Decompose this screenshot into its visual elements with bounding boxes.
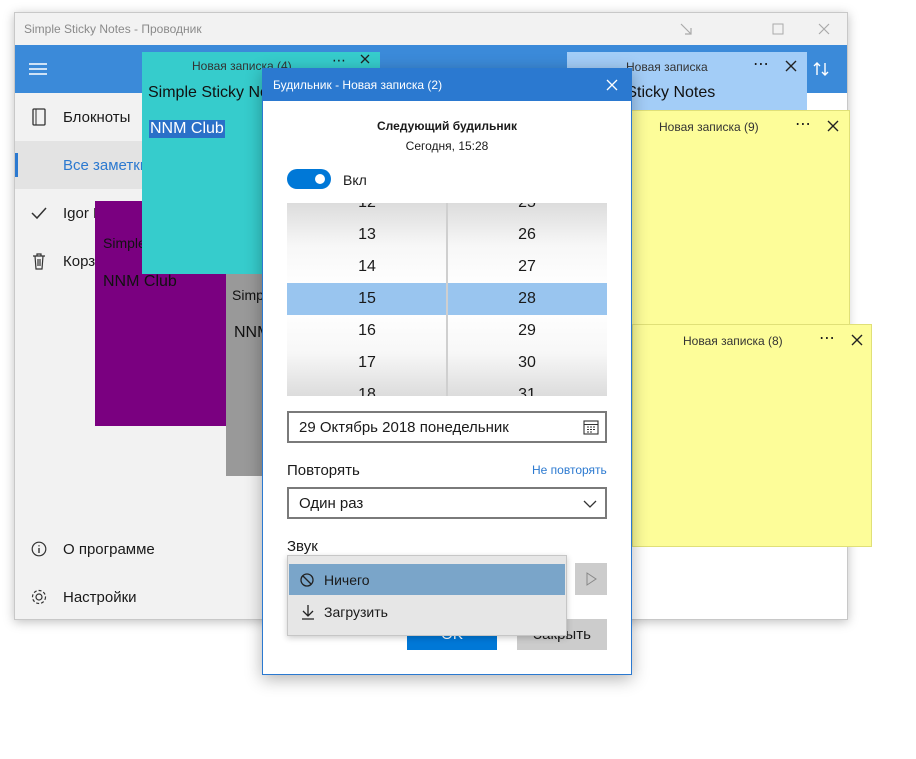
next-alarm-heading: Следующий будильник [377, 119, 517, 133]
close-icon[interactable] [360, 54, 370, 64]
note-title: Новая записка [626, 60, 708, 74]
notebook-icon [32, 108, 46, 126]
play-icon [586, 572, 597, 586]
sound-label: Звук [287, 538, 318, 555]
sort-arrows-icon [813, 62, 829, 76]
time-picker-cell[interactable]: 13 [287, 219, 447, 251]
nav-item-label: Настройки [63, 588, 137, 606]
time-picker-cell[interactable]: 15 [287, 283, 447, 315]
nav-item-label: Все заметки [63, 156, 149, 174]
close-icon [606, 79, 618, 91]
note-title: Новая записка (8) [683, 334, 783, 348]
main-titlebar[interactable]: Simple Sticky Notes - Проводник [15, 13, 847, 45]
sound-option-none[interactable]: Ничего [289, 564, 565, 595]
check-icon [31, 207, 47, 220]
time-picker-cell[interactable]: 28 [447, 283, 607, 315]
time-picker-cell[interactable]: 29 [447, 315, 607, 347]
download-icon [302, 604, 314, 620]
no-repeat-link[interactable]: Не повторять [532, 463, 607, 477]
alarm-close-button[interactable] [593, 69, 631, 101]
time-picker-cell[interactable]: 16 [287, 315, 447, 347]
time-picker-cell[interactable]: 30 [447, 347, 607, 379]
alarm-dialog-title: Будильник - Новая записка (2) [273, 78, 443, 92]
time-picker-cell[interactable]: 12 [287, 203, 447, 219]
note-menu-button[interactable]: ⋯ [332, 52, 346, 69]
sticky-note-yellow-9[interactable]: Новая записка (9) ⋯ [620, 110, 850, 332]
close-icon [818, 23, 830, 35]
time-picker-cell[interactable]: 14 [287, 251, 447, 283]
pin-arrow-icon [680, 23, 692, 35]
calendar-icon[interactable] [583, 419, 599, 435]
sound-option-upload[interactable]: Загрузить [289, 596, 565, 627]
time-picker-cell[interactable]: 27 [447, 251, 607, 283]
hamburger-menu-icon [29, 63, 47, 75]
info-icon [31, 541, 47, 557]
repeat-label: Повторять [287, 462, 360, 479]
alarm-toggle[interactable] [287, 169, 331, 189]
block-icon [300, 572, 314, 587]
selected-indicator [15, 153, 18, 177]
main-window-title: Simple Sticky Notes - Проводник [24, 22, 202, 36]
nav-item-label: О программе [63, 540, 155, 558]
alarm-dialog: Будильник - Новая записка (2) Следующий … [262, 68, 632, 675]
close-icon[interactable] [851, 334, 863, 346]
time-picker-cell[interactable]: 17 [287, 347, 447, 379]
minimize-button[interactable] [663, 13, 709, 45]
date-field[interactable]: 29 Октябрь 2018 понедельник [287, 411, 607, 443]
close-icon[interactable] [827, 120, 839, 132]
note-selected-text: NNM Club [149, 120, 225, 138]
sound-dropdown[interactable]: Ничего Загрузить [287, 555, 567, 636]
play-sound-button[interactable] [575, 563, 607, 595]
time-picker-cell[interactable]: 25 [447, 203, 607, 219]
maximize-icon [772, 23, 784, 35]
sort-button[interactable] [811, 59, 835, 81]
repeat-select[interactable]: Один раз [287, 487, 607, 519]
close-window-button[interactable] [801, 13, 847, 45]
sticky-note-yellow-8[interactable]: Новая записка (8) ⋯ [632, 324, 872, 547]
note-text: NNM Club [103, 273, 177, 290]
gear-icon [31, 589, 47, 605]
note-text: Simple [103, 235, 146, 251]
maximize-button[interactable] [755, 13, 801, 45]
close-icon[interactable] [785, 60, 797, 72]
time-picker-cell[interactable]: 26 [447, 219, 607, 251]
trash-icon [33, 253, 45, 270]
nav-item-label: Блокноты [63, 108, 131, 126]
alarm-titlebar[interactable]: Будильник - Новая записка (2) [263, 69, 631, 101]
time-picker-cell[interactable]: 18 [287, 379, 447, 396]
time-picker-cell[interactable]: 31 [447, 379, 607, 396]
hamburger-button[interactable] [27, 59, 51, 79]
date-value: 29 Октябрь 2018 понедельник [299, 418, 509, 436]
minutes-column[interactable]: 25262728293031 [447, 203, 607, 396]
sound-option-label: Загрузить [324, 603, 388, 620]
toggle-label: Вкл [343, 172, 367, 188]
time-picker[interactable]: 12131415161718 25262728293031 [287, 203, 607, 396]
repeat-value: Один раз [299, 494, 364, 512]
next-alarm-time: Сегодня, 15:28 [405, 139, 489, 153]
note-text: Simp [232, 287, 264, 303]
note-menu-button[interactable]: ⋯ [753, 54, 769, 74]
sound-option-label: Ничего [324, 571, 370, 588]
note-menu-button[interactable]: ⋯ [795, 114, 811, 134]
note-title: Новая записка (9) [659, 120, 759, 134]
chevron-down-icon [583, 500, 597, 508]
toggle-knob [315, 174, 325, 184]
note-menu-button[interactable]: ⋯ [819, 328, 835, 348]
hours-column[interactable]: 12131415161718 [287, 203, 447, 396]
